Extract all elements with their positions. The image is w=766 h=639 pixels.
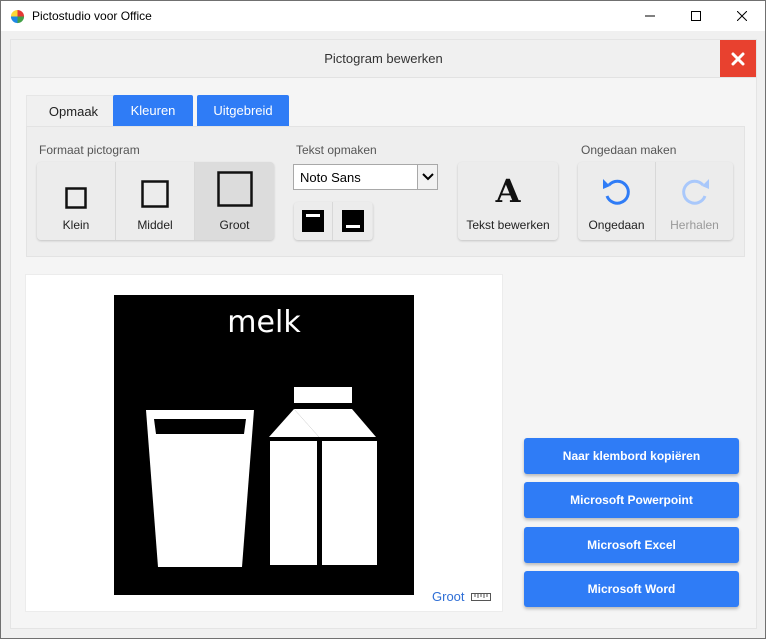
app-window: Pictostudio voor Office Pictogram bewerk… bbox=[0, 0, 766, 639]
redo-icon bbox=[681, 179, 709, 205]
square-large-icon bbox=[216, 171, 253, 207]
text-group-label: Tekst opmaken bbox=[296, 143, 377, 157]
maximize-button[interactable] bbox=[673, 1, 719, 31]
undo-button-group: Ongedaan Herhalen bbox=[578, 162, 733, 240]
undo-group-label: Ongedaan maken bbox=[581, 143, 677, 157]
text-bottom-icon bbox=[341, 210, 364, 232]
size-indicator[interactable]: Groot bbox=[432, 589, 491, 604]
minimize-icon bbox=[645, 15, 655, 17]
dialog-header: Pictogram bewerken bbox=[11, 40, 756, 78]
word-button[interactable]: Microsoft Word bbox=[524, 571, 739, 607]
edit-text-group: A Tekst bewerken bbox=[458, 162, 558, 240]
edit-text-label: Tekst bewerken bbox=[466, 218, 550, 232]
edit-text-button[interactable]: A Tekst bewerken bbox=[458, 162, 558, 240]
undo-icon bbox=[602, 179, 630, 205]
tab-kleuren[interactable]: Kleuren bbox=[113, 95, 193, 126]
dialog-title: Pictogram bewerken bbox=[324, 51, 443, 66]
text-bottom-button[interactable] bbox=[333, 202, 372, 240]
text-top-icon bbox=[302, 210, 324, 232]
format-button-group: Klein Middel Groot bbox=[37, 162, 274, 240]
size-medium-button[interactable]: Middel bbox=[116, 162, 195, 240]
square-small-icon bbox=[65, 187, 87, 209]
size-large-button[interactable]: Groot bbox=[195, 162, 274, 240]
redo-label: Herhalen bbox=[670, 218, 719, 232]
title-bar: Pictostudio voor Office bbox=[1, 1, 765, 31]
size-small-label: Klein bbox=[62, 218, 90, 232]
square-medium-icon bbox=[141, 180, 169, 208]
app-logo-icon bbox=[10, 9, 25, 24]
pictogram-preview: melk bbox=[114, 295, 414, 595]
text-top-button[interactable] bbox=[294, 202, 333, 240]
size-large-label: Groot bbox=[219, 218, 250, 232]
font-select[interactable]: Noto Sans bbox=[293, 164, 438, 190]
preview-panel: melk Groot bbox=[25, 274, 503, 612]
format-group-label: Formaat pictogram bbox=[39, 143, 140, 157]
minimize-button[interactable] bbox=[627, 1, 673, 31]
chevron-down-icon[interactable] bbox=[417, 165, 437, 189]
size-small-button[interactable]: Klein bbox=[37, 162, 116, 240]
dialog-close-button[interactable] bbox=[720, 40, 756, 77]
powerpoint-button[interactable]: Microsoft Powerpoint bbox=[524, 482, 739, 518]
maximize-icon bbox=[691, 11, 701, 21]
window-close-button[interactable] bbox=[719, 1, 765, 31]
font-select-value: Noto Sans bbox=[300, 169, 361, 185]
tab-opmaak[interactable]: Opmaak bbox=[26, 95, 121, 126]
size-indicator-label: Groot bbox=[432, 589, 465, 604]
redo-button[interactable]: Herhalen bbox=[656, 162, 733, 240]
close-icon bbox=[731, 52, 745, 65]
text-a-icon: A bbox=[495, 172, 521, 210]
undo-button[interactable]: Ongedaan bbox=[578, 162, 656, 240]
text-position-group bbox=[294, 202, 373, 240]
window-title: Pictostudio voor Office bbox=[32, 9, 152, 23]
tab-uitgebreid[interactable]: Uitgebreid bbox=[197, 95, 289, 126]
excel-button[interactable]: Microsoft Excel bbox=[524, 527, 739, 563]
undo-label: Ongedaan bbox=[588, 218, 645, 232]
edit-dialog: Pictogram bewerken Opmaak Kleuren Uitgeb… bbox=[10, 39, 757, 629]
size-medium-label: Middel bbox=[137, 218, 173, 232]
copy-clipboard-button[interactable]: Naar klembord kopiëren bbox=[524, 438, 739, 474]
close-icon bbox=[737, 11, 747, 21]
milk-glass-carton-illustration bbox=[146, 387, 377, 567]
ruler-icon bbox=[470, 592, 491, 601]
